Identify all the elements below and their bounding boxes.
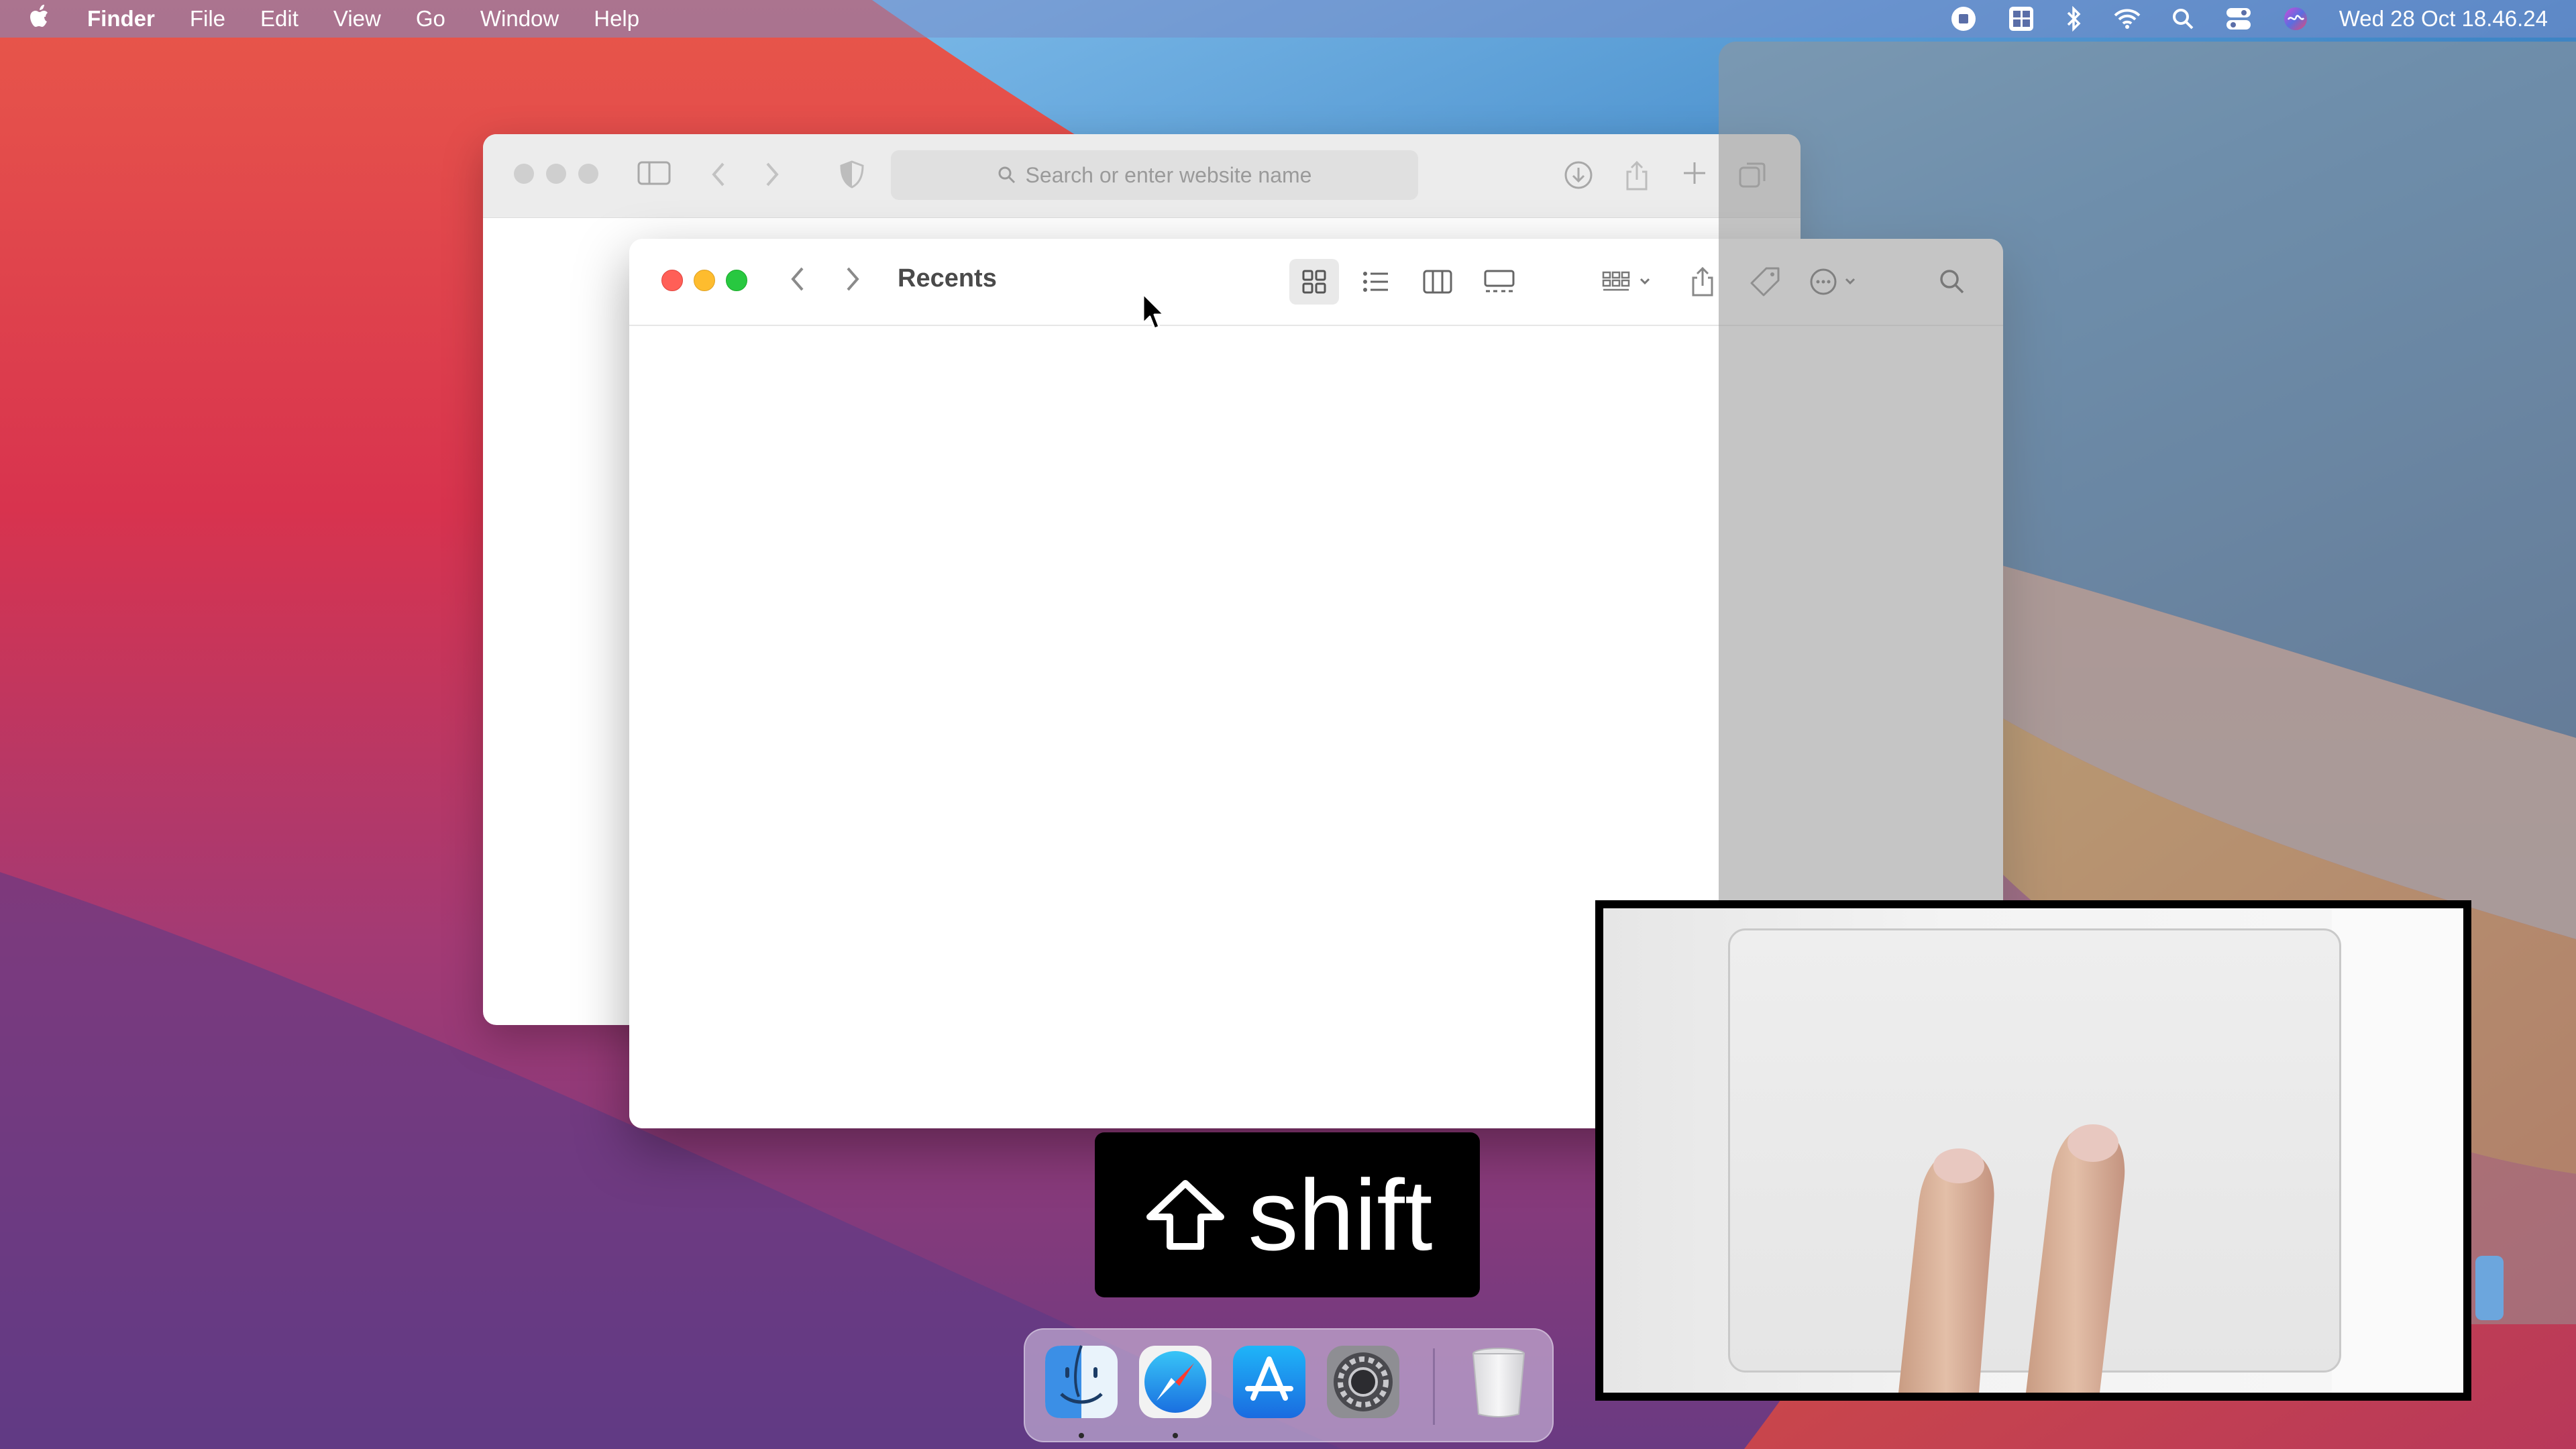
minimize-button[interactable] [694,270,715,291]
safari-zoom-button[interactable] [578,164,598,184]
mouse-cursor-icon [1142,292,1165,330]
grid-icon [1302,270,1326,294]
icon-view-button[interactable] [1289,259,1339,305]
menu-view[interactable]: View [333,6,381,32]
address-bar-placeholder: Search or enter website name [1025,162,1312,187]
back-icon[interactable] [788,264,808,297]
group-by-button[interactable] [1595,259,1662,305]
dock-system-preferences[interactable] [1324,1343,1402,1421]
menubar-clock[interactable]: Wed 28 Oct 18.46.24 [2339,6,2548,32]
privacy-shield-icon[interactable] [839,160,865,193]
safari-close-button[interactable] [514,164,534,184]
keystroke-label: shift [1248,1159,1433,1271]
menu-help[interactable]: Help [594,6,639,32]
share-icon [1692,266,1713,297]
menu-window[interactable]: Window [480,6,559,32]
trackpad-camera-view [1603,908,2463,1393]
menu-go[interactable]: Go [416,6,445,32]
menu-edit[interactable]: Edit [260,6,299,32]
control-center-icon[interactable] [2225,7,2252,31]
finder-app-icon [1045,1345,1118,1418]
dock-trash[interactable] [1460,1343,1538,1421]
zoom-button[interactable] [726,270,747,291]
search-icon [998,166,1015,184]
trash-icon [1472,1348,1525,1417]
siri-icon[interactable] [2283,6,2308,32]
dock-finder[interactable] [1042,1343,1120,1421]
gallery-icon [1484,270,1515,292]
column-view-button[interactable] [1413,259,1462,305]
apple-menu-icon[interactable] [30,3,52,34]
wifi-icon[interactable] [2114,8,2141,30]
downloads-icon[interactable] [1563,160,1594,194]
menu-app-name[interactable]: Finder [87,6,155,32]
space-thumbnail-edge[interactable] [2475,1256,2504,1320]
back-icon[interactable] [708,160,729,193]
spotlight-icon[interactable] [2171,7,2194,30]
dock-app-store[interactable] [1230,1343,1308,1421]
two-fingers-icon [1898,1124,2125,1393]
window-title: Recents [898,264,997,292]
list-icon [1363,272,1388,292]
safari-toolbar: Search or enter website name [483,134,1801,218]
shift-arrow-icon [1146,1180,1225,1250]
safari-app-icon [1139,1346,1212,1418]
gallery-view-button[interactable] [1474,259,1524,305]
list-view-button[interactable] [1351,259,1401,305]
gear-icon [1327,1346,1399,1418]
keystroke-overlay: shift [1095,1132,1480,1297]
menu-file[interactable]: File [190,6,225,32]
share-icon[interactable] [1623,160,1650,195]
columns-icon [1423,270,1452,294]
dock-divider [1433,1348,1435,1425]
dock [1024,1328,1554,1442]
menu-bar: Finder File Edit View Go Window Help Wed… [0,0,2576,38]
window-tiling-icon[interactable] [2008,5,2035,32]
safari-address-bar[interactable]: Search or enter website name [891,150,1418,200]
group-icon [1602,271,1650,291]
close-button[interactable] [661,270,683,291]
safari-running-indicator [1173,1433,1178,1438]
forward-icon[interactable] [762,160,782,193]
new-tab-icon[interactable] [1681,160,1708,190]
bluetooth-icon[interactable] [2065,6,2083,32]
dock-safari[interactable] [1136,1343,1214,1421]
screen-record-icon[interactable] [1950,5,1977,32]
safari-minimize-button[interactable] [546,164,566,184]
trackpad-video-overlay [1595,900,2471,1401]
forward-icon[interactable] [843,264,863,297]
finder-running-indicator [1079,1433,1084,1438]
app-store-icon [1233,1346,1305,1418]
share-button[interactable] [1682,259,1723,305]
sidebar-toggle-icon[interactable] [637,160,671,190]
